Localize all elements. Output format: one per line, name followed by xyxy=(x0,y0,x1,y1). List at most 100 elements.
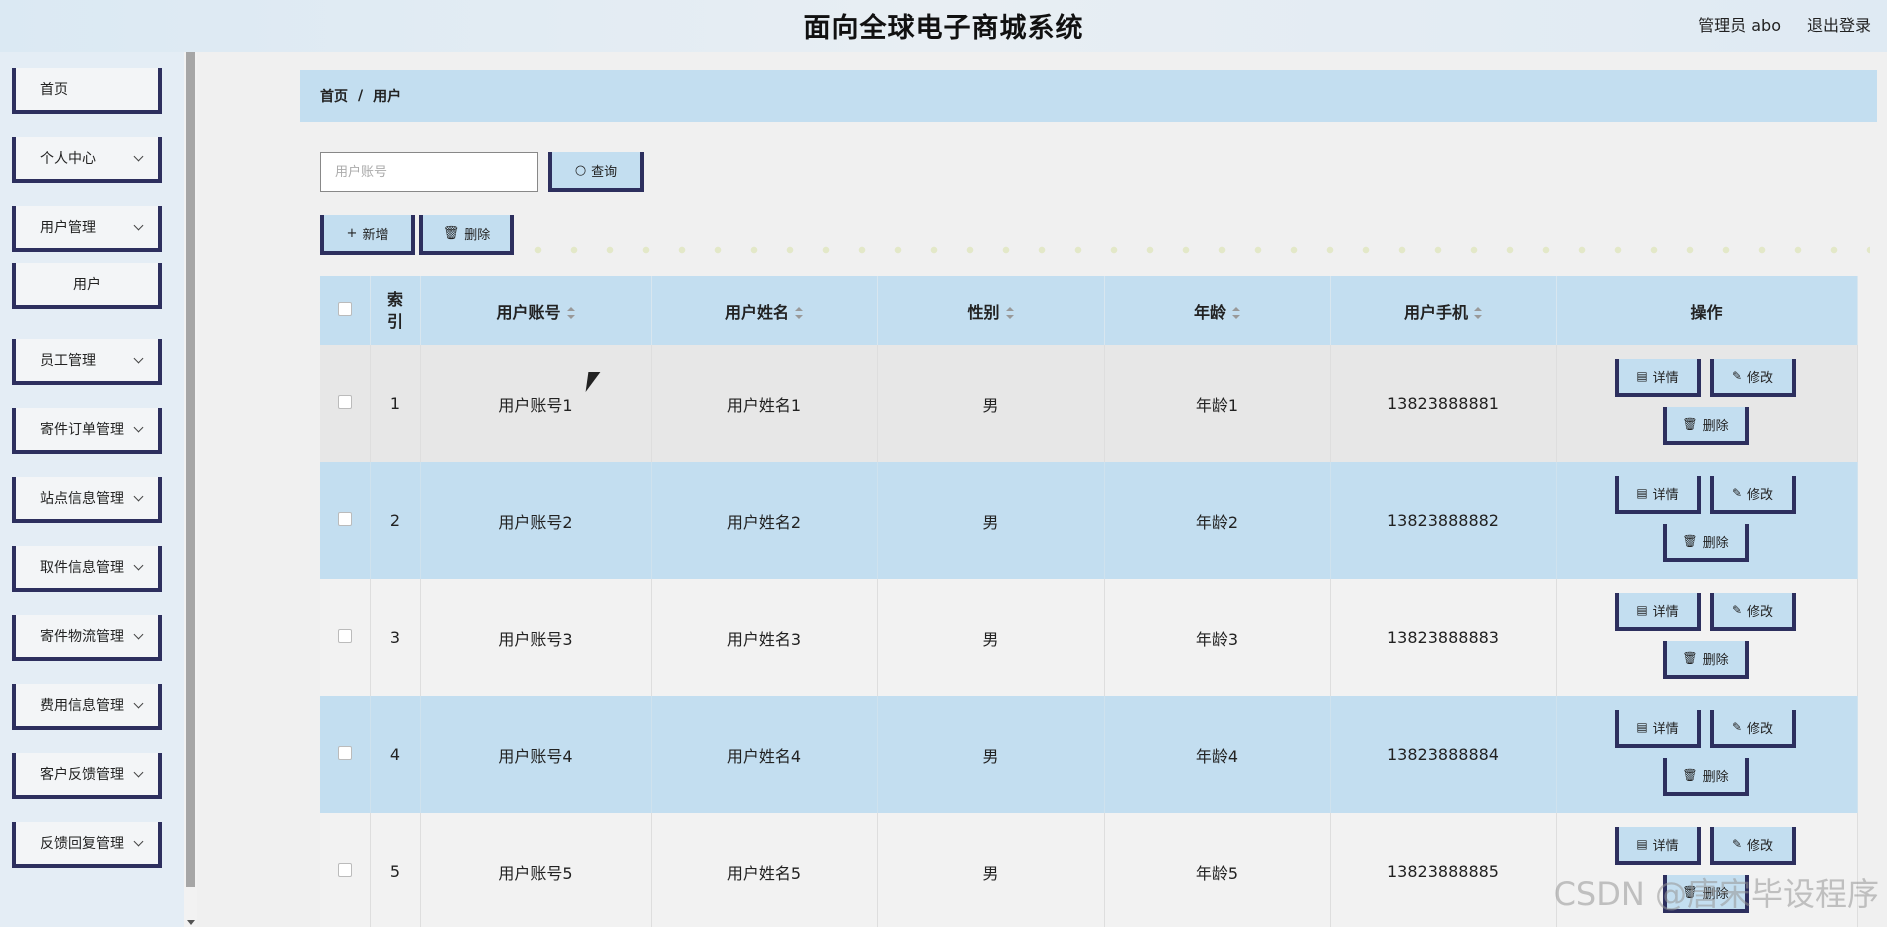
row-select-cell xyxy=(320,813,371,927)
sidebar-item-label: 用户 xyxy=(73,277,101,293)
chevron-down-icon xyxy=(133,836,144,847)
sidebar-item-employee-management[interactable]: 员工管理 xyxy=(12,339,162,385)
detail-button-label: 详情 xyxy=(1652,370,1679,386)
edit-button[interactable]: ✎ 修改 xyxy=(1709,593,1796,631)
select-all-checkbox[interactable] xyxy=(337,302,352,316)
detail-button-label: 详情 xyxy=(1652,487,1679,503)
sidebar-item-shipment-orders[interactable]: 寄件订单管理 xyxy=(12,408,162,454)
scroll-down-arrow-icon[interactable] xyxy=(187,920,195,925)
sidebar-item-feedback-reply[interactable]: 反馈回复管理 xyxy=(12,822,162,868)
cell-gender: 男 xyxy=(877,813,1105,927)
sidebar-item-label: 反馈回复管理 xyxy=(40,836,124,852)
search-account-input[interactable] xyxy=(320,152,538,192)
app-title: 面向全球电子商城系统 xyxy=(803,13,1084,44)
detail-button[interactable]: ▤ 详情 xyxy=(1614,827,1701,865)
trash-icon: 🗑 xyxy=(1682,417,1698,431)
sidebar-scrollbar[interactable] xyxy=(184,52,197,927)
sidebar-item-label: 寄件物流管理 xyxy=(40,629,124,645)
edit-button[interactable]: ✎ 修改 xyxy=(1709,710,1796,748)
sidebar-item-personal-center[interactable]: 个人中心 xyxy=(12,137,162,183)
cell-account: 用户账号5 xyxy=(420,813,652,927)
row-select-cell xyxy=(320,462,371,579)
sidebar-item-fee-info[interactable]: 费用信息管理 xyxy=(12,684,162,730)
row-checkbox[interactable] xyxy=(337,395,352,409)
cell-phone: 13823888882 xyxy=(1330,462,1557,579)
row-checkbox[interactable] xyxy=(337,512,352,526)
chevron-down-icon xyxy=(133,767,144,778)
detail-button[interactable]: ▤ 详情 xyxy=(1614,710,1701,748)
header-age[interactable]: 年龄 xyxy=(1104,276,1331,345)
add-button[interactable]: + 新增 xyxy=(320,215,415,255)
sidebar-item-customer-feedback[interactable]: 客户反馈管理 xyxy=(12,753,162,799)
admin-user: 管理员 abo xyxy=(1698,16,1781,35)
header-phone-label: 用户手机 xyxy=(1403,302,1468,322)
edit-button[interactable]: ✎ 修改 xyxy=(1709,827,1796,865)
sort-icon[interactable] xyxy=(566,307,575,319)
scrollbar-thumb[interactable] xyxy=(186,52,195,887)
sidebar-item-user-management[interactable]: 用户管理 xyxy=(12,206,162,252)
document-icon: ▤ xyxy=(1636,486,1648,500)
trash-icon: 🗑 xyxy=(1682,768,1698,782)
sidebar-item-label: 寄件订单管理 xyxy=(40,422,124,438)
cell-phone: 13823888881 xyxy=(1330,345,1557,462)
cell-index: 5 xyxy=(370,813,421,927)
delete-button-label: 删除 xyxy=(464,227,491,243)
edit-button-label: 修改 xyxy=(1747,838,1774,854)
edit-button[interactable]: ✎ 修改 xyxy=(1709,359,1796,397)
cell-name: 用户姓名1 xyxy=(651,345,878,462)
search-icon: ○ xyxy=(574,162,587,178)
table-header-row: 索引 用户账号 用户姓名 性别 年龄 用户手机 操作 xyxy=(320,276,1858,345)
detail-button[interactable]: ▤ 详情 xyxy=(1614,476,1701,514)
sidebar-item-label: 费用信息管理 xyxy=(40,698,124,714)
header-account-label: 用户账号 xyxy=(496,302,561,322)
header-gender[interactable]: 性别 xyxy=(877,276,1105,345)
delete-button[interactable]: 🗑 删除 xyxy=(1662,641,1749,679)
cell-account: 用户账号4 xyxy=(420,696,652,813)
watermark: CSDN @唐宋毕设程序 xyxy=(1553,875,1879,913)
detail-button-label: 详情 xyxy=(1652,721,1679,737)
document-icon: ▤ xyxy=(1636,837,1648,851)
sidebar-item-pickup-info[interactable]: 取件信息管理 xyxy=(12,546,162,592)
chevron-down-icon xyxy=(133,560,144,571)
sort-icon[interactable] xyxy=(1005,307,1014,319)
header-age-label: 年龄 xyxy=(1193,302,1226,322)
delete-button-label: 删除 xyxy=(1702,769,1729,785)
cell-age: 年龄2 xyxy=(1104,462,1331,579)
sidebar-subitem-user[interactable]: 用户 xyxy=(12,263,162,309)
detail-button-label: 详情 xyxy=(1652,838,1679,854)
delete-button[interactable]: 🗑 删除 xyxy=(1662,524,1749,562)
header-phone[interactable]: 用户手机 xyxy=(1330,276,1557,345)
delete-button[interactable]: 🗑 删除 xyxy=(1662,758,1749,796)
row-select-cell xyxy=(320,345,371,462)
cell-account: 用户账号2 xyxy=(420,462,652,579)
detail-button[interactable]: ▤ 详情 xyxy=(1614,359,1701,397)
header-actions: 操作 xyxy=(1556,276,1858,345)
sidebar-item-home[interactable]: 首页 xyxy=(12,68,162,114)
sidebar-item-label: 站点信息管理 xyxy=(40,491,124,507)
logout-link[interactable]: 退出登录 xyxy=(1807,12,1871,36)
cell-name: 用户姓名2 xyxy=(651,462,878,579)
header-name[interactable]: 用户姓名 xyxy=(651,276,878,345)
edit-button-label: 修改 xyxy=(1747,604,1774,620)
edit-button-label: 修改 xyxy=(1747,487,1774,503)
edit-button[interactable]: ✎ 修改 xyxy=(1709,476,1796,514)
header-account[interactable]: 用户账号 xyxy=(420,276,652,345)
sidebar: 首页 个人中心 用户管理 用户 员工管理 寄件订单管理 站点信息管理 取件信息管… xyxy=(0,52,184,927)
row-select-cell xyxy=(320,579,371,696)
sidebar-item-shipment-logistics[interactable]: 寄件物流管理 xyxy=(12,615,162,661)
breadcrumb-home[interactable]: 首页 xyxy=(320,86,348,106)
delete-button[interactable]: 🗑 删除 xyxy=(1662,407,1749,445)
cell-account: 用户账号3 xyxy=(420,579,652,696)
chevron-down-icon xyxy=(133,422,144,433)
row-checkbox[interactable] xyxy=(337,746,352,760)
sort-icon[interactable] xyxy=(1474,307,1482,319)
sort-icon[interactable] xyxy=(795,307,803,319)
row-checkbox[interactable] xyxy=(337,863,352,877)
detail-button[interactable]: ▤ 详情 xyxy=(1614,593,1701,631)
batch-delete-button[interactable]: 🗑 删除 xyxy=(419,215,514,255)
search-button[interactable]: ○ 查询 xyxy=(548,152,644,192)
sort-icon[interactable] xyxy=(1232,307,1240,319)
decorative-dots xyxy=(520,246,1870,254)
sidebar-item-station-info[interactable]: 站点信息管理 xyxy=(12,477,162,523)
row-checkbox[interactable] xyxy=(337,629,352,643)
